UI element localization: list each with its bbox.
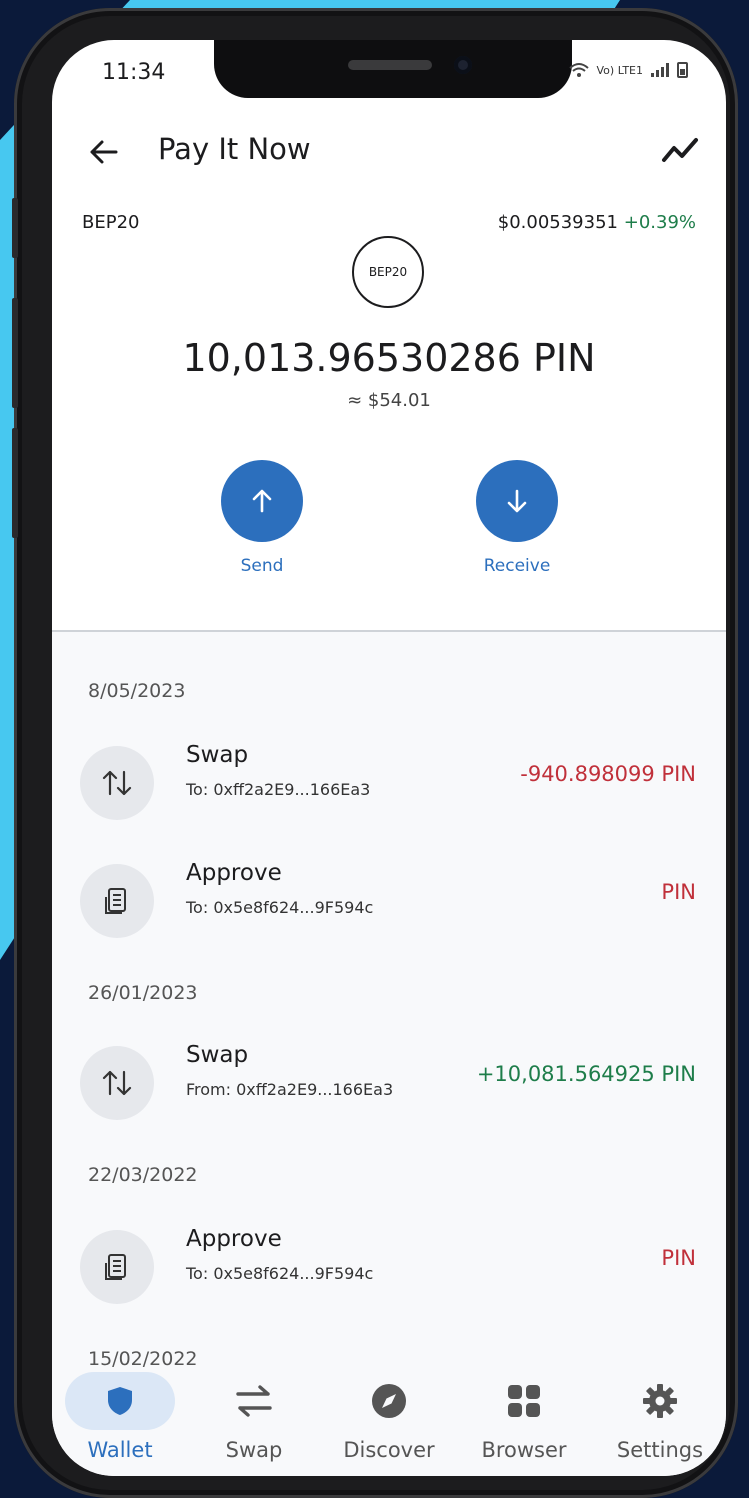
transaction-address: From: 0xff2a2E9...166Ea3 xyxy=(186,1080,394,1099)
battery-icon xyxy=(677,62,688,78)
nav-item-settings[interactable]: Settings xyxy=(590,1370,726,1462)
back-arrow-icon[interactable] xyxy=(84,132,124,172)
fiat-balance: ≈ $54.01 xyxy=(347,390,431,411)
chart-trend-icon[interactable] xyxy=(660,134,700,168)
nav-item-discover[interactable]: Discover xyxy=(319,1370,459,1462)
nav-label-swap: Swap xyxy=(225,1438,283,1462)
swap-arrows-icon xyxy=(80,1046,154,1120)
transaction-row[interactable]: Swap From: 0xff2a2E9...166Ea3 +10,081.56… xyxy=(52,1042,726,1122)
bottom-nav: Wallet Swap Discover Browser Settings xyxy=(52,1370,726,1476)
grid-icon xyxy=(508,1385,540,1417)
transaction-amount: PIN xyxy=(661,1246,696,1270)
status-icons: Vo) LTE1 xyxy=(568,62,688,78)
date-header: 26/01/2023 xyxy=(88,982,198,1004)
transaction-row[interactable]: Approve To: 0x5e8f624...9F594c PIN xyxy=(52,860,726,940)
arrow-down-icon xyxy=(507,489,527,513)
send-action[interactable]: Send xyxy=(202,460,322,576)
document-icon xyxy=(80,1230,154,1304)
nav-label-wallet: Wallet xyxy=(87,1438,153,1462)
token-logo: BEP20 xyxy=(352,236,424,308)
token-price-group: $0.00539351 +0.39% xyxy=(498,212,696,233)
transaction-row[interactable]: Swap To: 0xff2a2E9...166Ea3 -940.898099 … xyxy=(52,742,726,822)
transaction-amount: +10,081.564925 PIN xyxy=(476,1062,696,1086)
top-bar: Pay It Now xyxy=(52,128,726,178)
notch xyxy=(214,40,572,98)
nav-item-wallet[interactable]: Wallet xyxy=(52,1370,190,1462)
signal-icon xyxy=(651,63,669,77)
transaction-row[interactable]: Approve To: 0x5e8f624...9F594c PIN xyxy=(52,1226,726,1306)
token-balance: 10,013.96530286 PIN xyxy=(182,336,596,380)
swap-arrows-icon xyxy=(80,746,154,820)
transaction-type: Approve xyxy=(186,1226,282,1252)
transaction-address: To: 0x5e8f624...9F594c xyxy=(186,1264,374,1283)
token-logo-text: BEP20 xyxy=(368,265,408,279)
nav-item-swap[interactable]: Swap xyxy=(184,1370,324,1462)
transaction-amount: -940.898099 PIN xyxy=(520,762,696,786)
transaction-address: To: 0x5e8f624...9F594c xyxy=(186,898,374,917)
date-header: 15/02/2022 xyxy=(88,1348,198,1370)
transaction-type: Swap xyxy=(186,742,249,768)
arrow-up-icon xyxy=(252,489,272,513)
nav-label-settings: Settings xyxy=(616,1438,704,1462)
transaction-type: Approve xyxy=(186,860,282,886)
receive-button[interactable] xyxy=(476,460,558,542)
send-button[interactable] xyxy=(221,460,303,542)
date-header: 22/03/2022 xyxy=(88,1164,198,1186)
transaction-address: To: 0xff2a2E9...166Ea3 xyxy=(186,780,371,799)
page-title: Pay It Now xyxy=(158,132,311,166)
camera-icon xyxy=(454,56,472,74)
transaction-amount: PIN xyxy=(661,880,696,904)
wifi-icon xyxy=(568,63,589,77)
compass-icon xyxy=(372,1384,406,1418)
price-change: +0.39% xyxy=(623,212,696,233)
token-price: $0.00539351 xyxy=(497,212,618,233)
transaction-list[interactable]: 8/05/2023 Swap To: 0xff2a2E9...166Ea3 -9… xyxy=(52,632,726,1392)
shield-icon xyxy=(108,1387,132,1415)
receive-label: Receive xyxy=(483,556,551,576)
token-standard: BEP20 xyxy=(82,212,140,233)
date-header: 8/05/2023 xyxy=(88,680,186,702)
status-time: 11:34 xyxy=(102,60,166,85)
swap-icon xyxy=(236,1385,272,1417)
screen: 11:34 Vo) LTE1 Pay It Now BEP20 $0.00539… xyxy=(52,40,726,1476)
nav-label-discover: Discover xyxy=(343,1438,435,1462)
send-label: Send xyxy=(240,556,284,576)
network-label: Vo) LTE1 xyxy=(596,63,643,77)
nav-label-browser: Browser xyxy=(481,1438,567,1462)
receive-action[interactable]: Receive xyxy=(457,460,577,576)
nav-item-browser[interactable]: Browser xyxy=(454,1370,594,1462)
transaction-type: Swap xyxy=(186,1042,249,1068)
document-icon xyxy=(80,864,154,938)
gear-icon xyxy=(643,1384,677,1418)
